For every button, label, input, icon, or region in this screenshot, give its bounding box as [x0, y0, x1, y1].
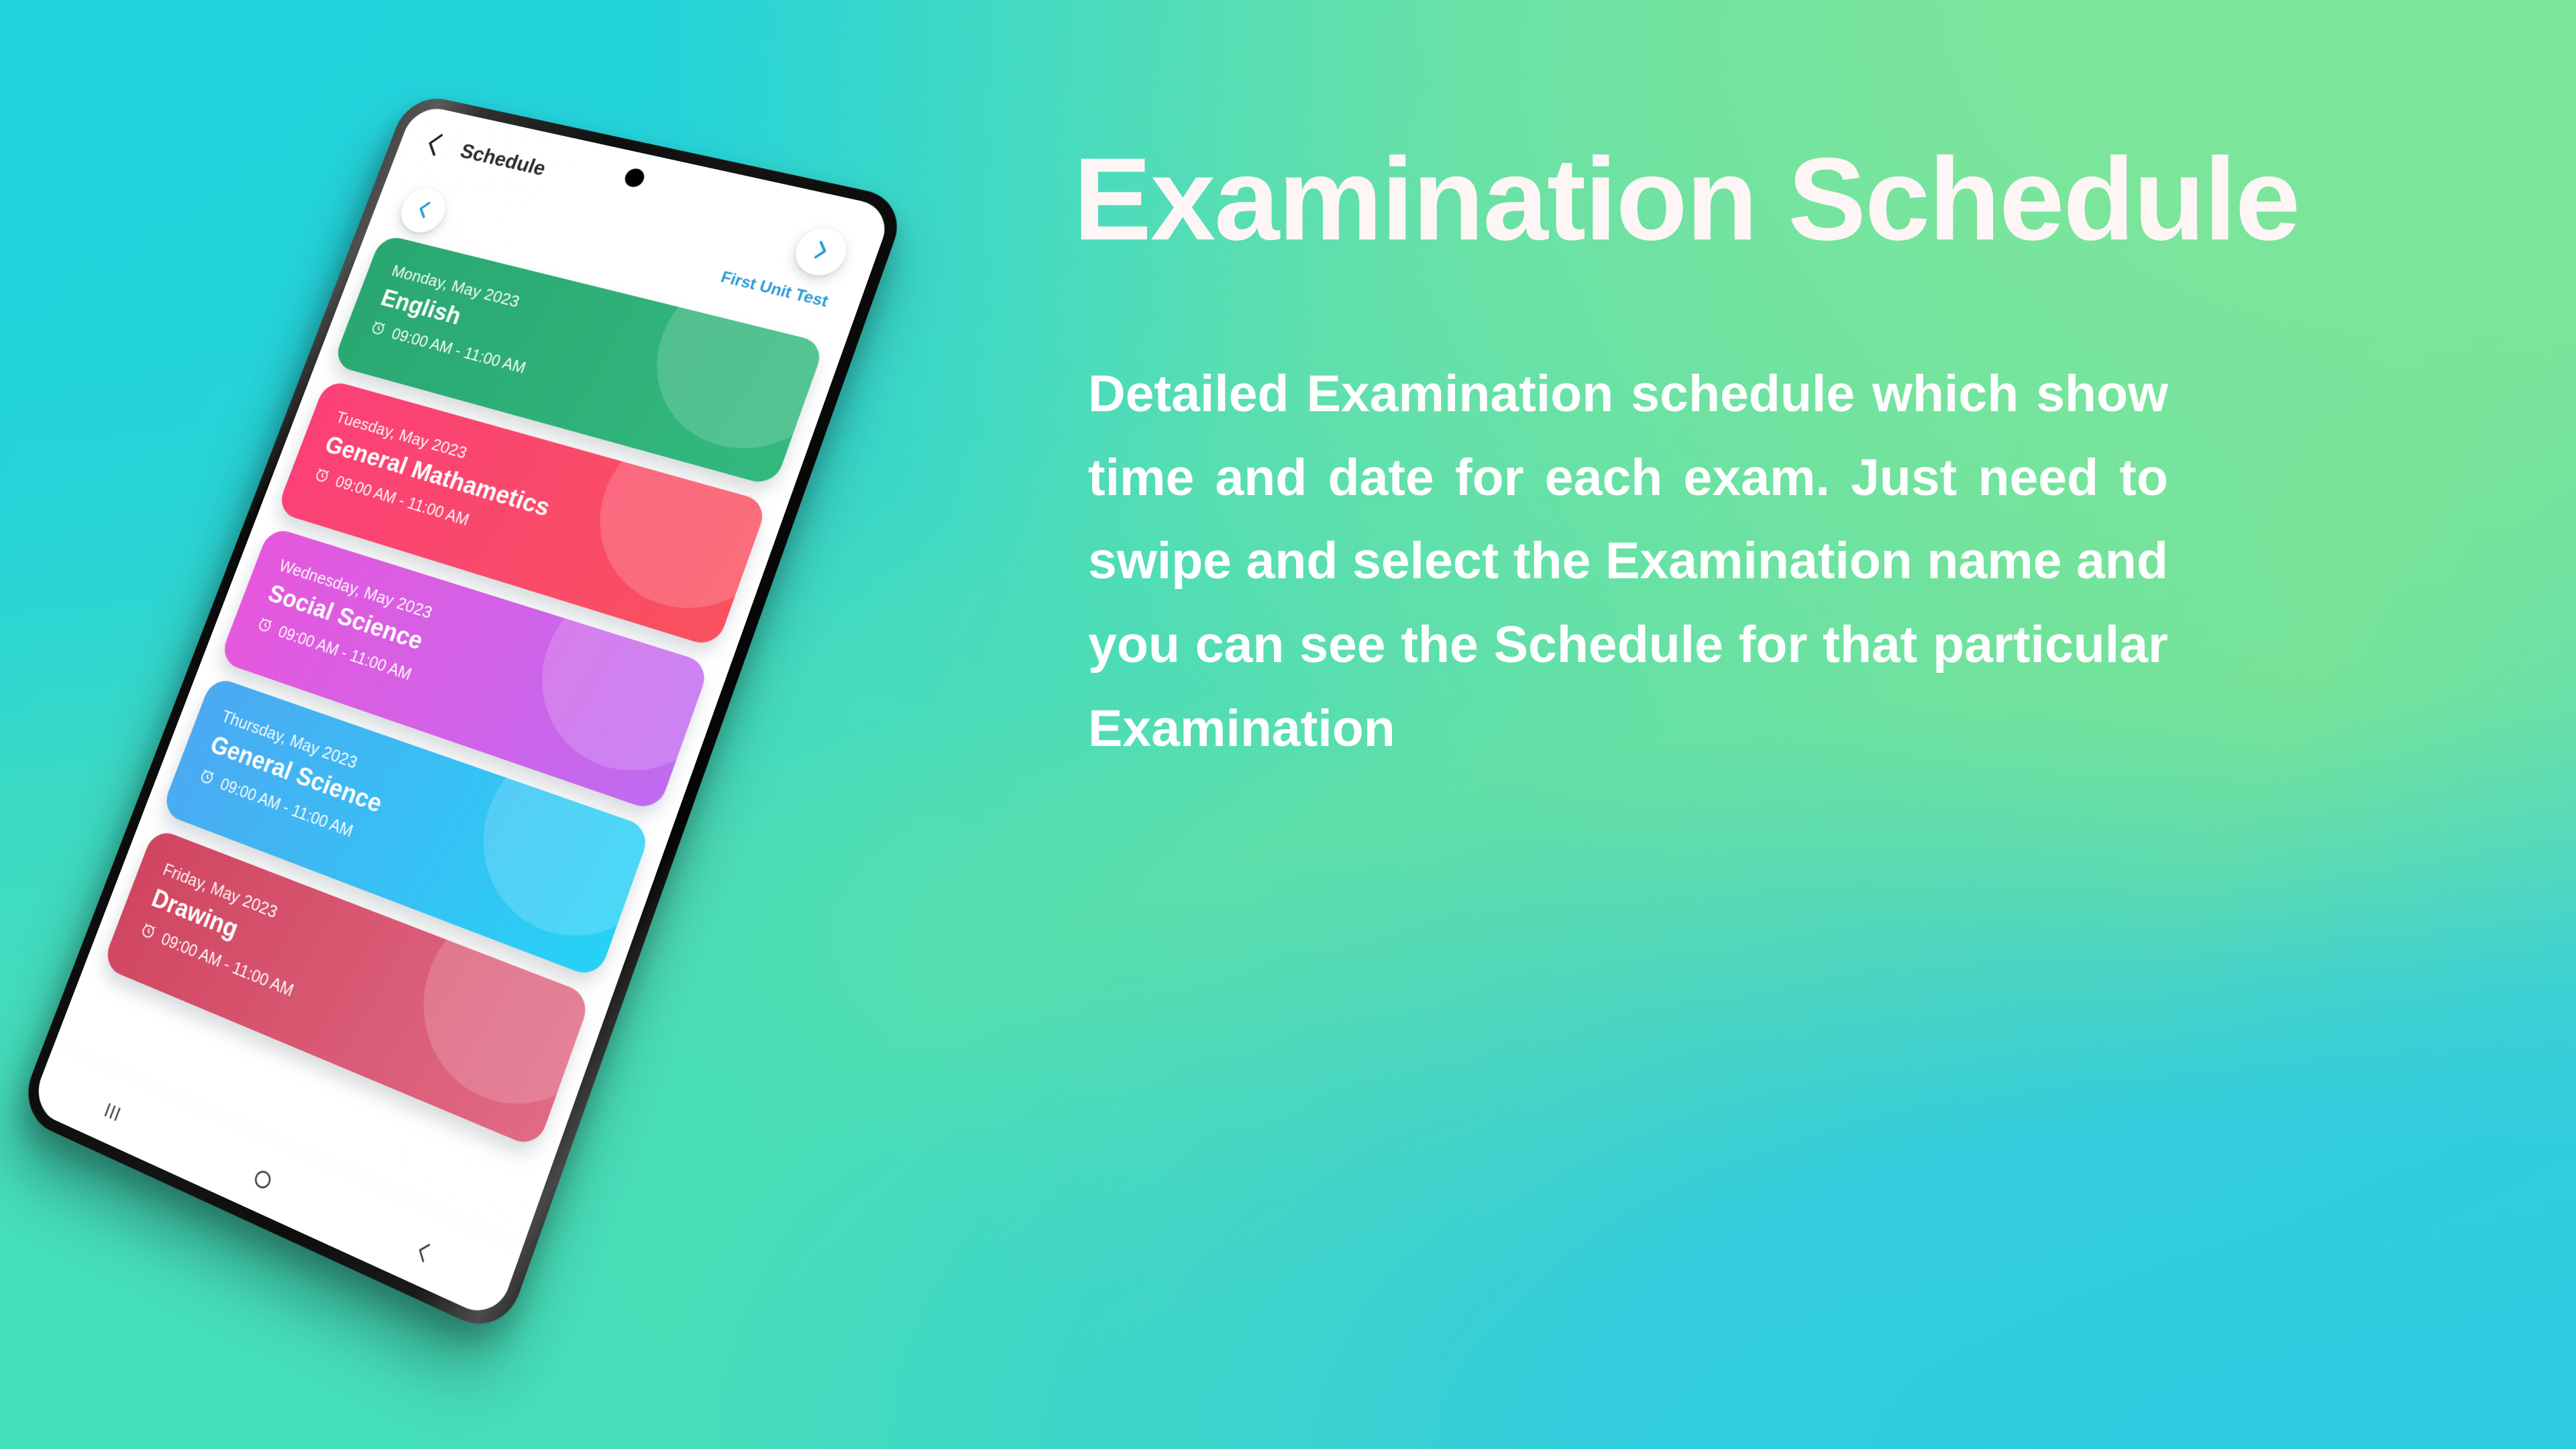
card-date: Thursday, May 2023: [219, 706, 361, 773]
card-time-row: 09:00 AM - 11:00 AM: [137, 920, 533, 1099]
exam-name-label: First Unit Test: [718, 268, 831, 311]
promo-body: Detailed Examination schedule which show…: [1088, 365, 2168, 757]
card-subject: Drawing: [148, 884, 242, 945]
promo-headline: Examination Schedule: [1073, 134, 2300, 265]
page-title: Schedule: [457, 139, 549, 180]
promo-copy: Examination Schedule Detailed Examinatio…: [1073, 141, 2536, 771]
alarm-clock-icon: [254, 614, 276, 639]
alarm-clock-icon: [137, 920, 159, 946]
card-date: Friday, May 2023: [160, 859, 280, 922]
exam-card[interactable]: Friday, May 2023 Drawing 09:00 AM - 11:0…: [101, 827, 592, 1150]
alarm-clock-icon: [195, 766, 217, 792]
alarm-clock-icon: [367, 318, 388, 341]
phone-device: Schedule First Unit Test Monday, May 202…: [16, 92, 909, 1339]
alarm-clock-icon: [311, 465, 333, 489]
chevron-left-icon[interactable]: [417, 128, 452, 160]
card-decor-circle: [515, 558, 711, 796]
android-nav-bar: [29, 1051, 519, 1322]
phone-screen: Schedule First Unit Test Monday, May 202…: [29, 103, 894, 1322]
phone-mockup: Schedule First Unit Test Monday, May 202…: [16, 27, 1006, 1422]
chevron-left-icon: [413, 199, 433, 223]
card-decor-circle: [396, 877, 592, 1134]
chevron-right-icon: [810, 239, 833, 265]
card-decor-circle: [456, 716, 652, 964]
